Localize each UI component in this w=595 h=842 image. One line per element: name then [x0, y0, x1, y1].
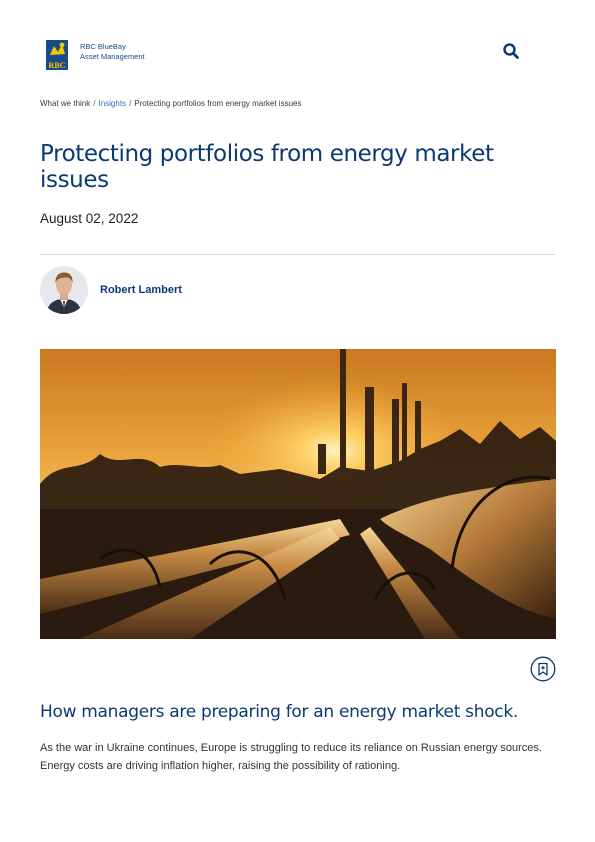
- search-button[interactable]: [502, 42, 520, 60]
- svg-text:RBC: RBC: [49, 61, 66, 70]
- logo-line-1: RBC BlueBay: [80, 42, 126, 51]
- breadcrumb-separator: /: [129, 99, 132, 108]
- intro-paragraph: As the war in Ukraine continues, Europe …: [40, 742, 542, 772]
- page-title: Protecting portfolios from energy market…: [40, 141, 494, 193]
- hero-image: [40, 349, 556, 639]
- breadcrumb: What we think / Insights / Protecting portfo…: [40, 99, 301, 108]
- rbc-shield-logo: RBC: [46, 40, 68, 70]
- publish-date: August 02, 2022: [40, 211, 139, 226]
- logo-wordmark: RBC BlueBay Asset Management: [80, 42, 145, 62]
- author-name-link[interactable]: Robert Lambert: [100, 284, 182, 296]
- breadcrumb-current: Protecting portfolios from energy market…: [134, 99, 302, 108]
- divider: [40, 254, 556, 255]
- bookmark-icon: [530, 656, 556, 682]
- breadcrumb-what-we-think[interactable]: What we think: [40, 99, 90, 108]
- section-heading: How managers are preparing for an energy…: [40, 702, 518, 722]
- bookmark-button[interactable]: [530, 656, 556, 682]
- logo[interactable]: RBC RBC BlueBay Asset Management: [46, 40, 161, 72]
- author-avatar[interactable]: [40, 266, 88, 314]
- breadcrumb-insights[interactable]: Insights: [98, 99, 126, 108]
- breadcrumb-separator: /: [93, 99, 96, 108]
- logo-line-2: Asset Management: [80, 52, 145, 61]
- search-icon: [503, 43, 519, 59]
